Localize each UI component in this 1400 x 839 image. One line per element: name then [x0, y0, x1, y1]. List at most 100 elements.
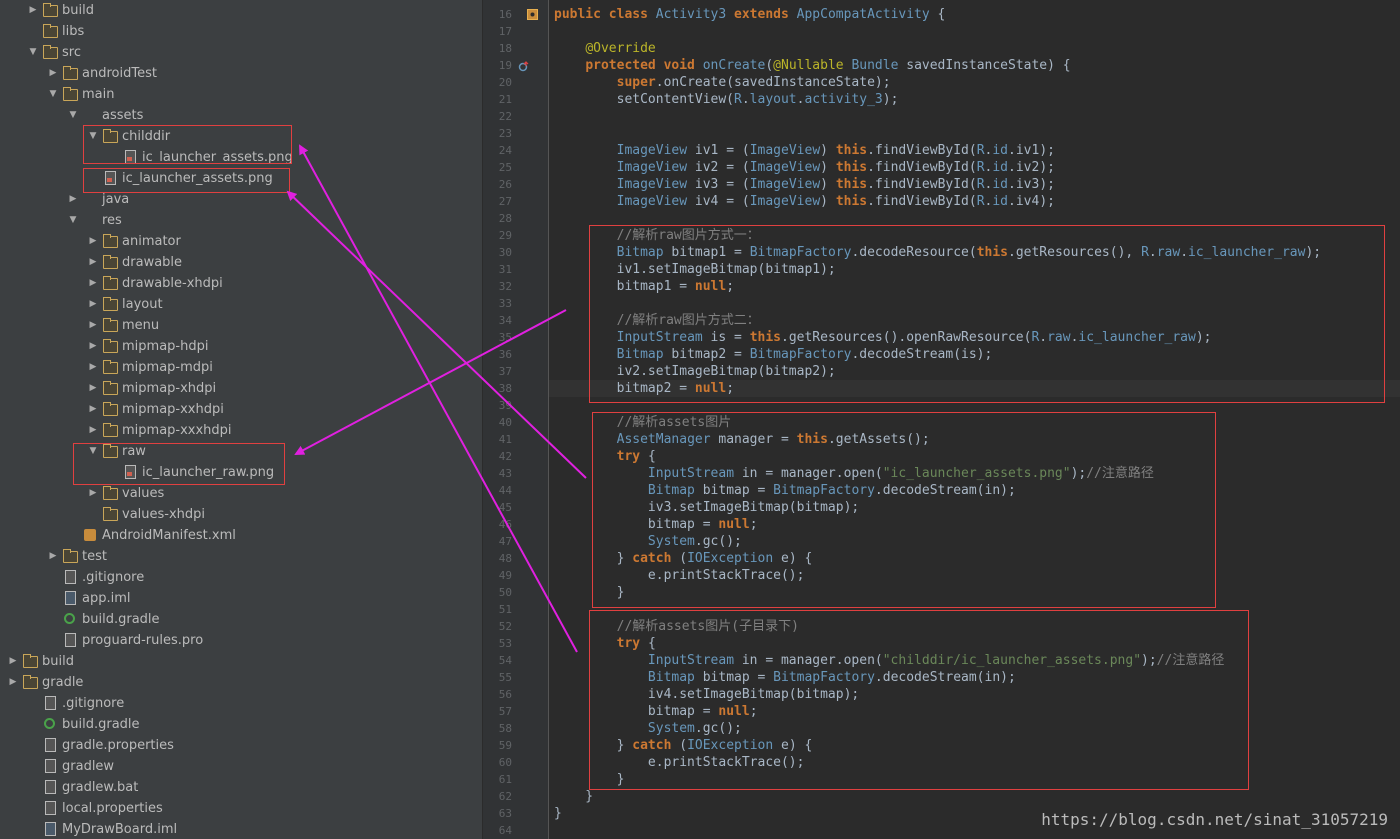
code-line[interactable]: bitmap2 = null; [549, 380, 1400, 397]
tree-item-app-iml[interactable]: app.iml [44, 588, 131, 609]
code-line[interactable]: System.gc(); [554, 720, 742, 737]
code-line[interactable]: InputStream in = manager.open("childdir/… [554, 652, 1224, 669]
expand-right-icon[interactable]: ▶ [4, 672, 22, 693]
expand-right-icon[interactable]: ▶ [84, 231, 102, 252]
expand-right-icon[interactable]: ▶ [84, 399, 102, 420]
tree-item-ic-launcher-assets-png[interactable]: ic_launcher_assets.png [84, 168, 273, 189]
code-line[interactable]: e.printStackTrace(); [554, 754, 805, 771]
override-icon[interactable] [518, 61, 529, 72]
code-line[interactable]: iv1.setImageBitmap(bitmap1); [554, 261, 836, 278]
tree-item--gitignore[interactable]: .gitignore [24, 693, 124, 714]
tree-item--gitignore[interactable]: .gitignore [44, 567, 144, 588]
tree-item-mipmap-xxhdpi[interactable]: ▶ mipmap-xxhdpi [84, 399, 224, 420]
expand-down-icon[interactable]: ▼ [44, 84, 62, 105]
tree-item-local-properties[interactable]: local.properties [24, 798, 163, 819]
code-line[interactable]: Bitmap bitmap = BitmapFactory.decodeStre… [554, 669, 1016, 686]
tree-item-src[interactable]: ▼ src [24, 42, 81, 63]
code-line[interactable]: } [554, 805, 562, 822]
code-line[interactable]: setContentView(R.layout.activity_3); [554, 91, 899, 108]
expand-right-icon[interactable]: ▶ [84, 315, 102, 336]
expand-right-icon[interactable]: ▶ [24, 0, 42, 21]
code-line[interactable]: ImageView iv2 = (ImageView) this.findVie… [554, 159, 1055, 176]
tree-item-ic-launcher-raw-png[interactable]: ic_launcher_raw.png [104, 462, 274, 483]
code-line[interactable]: Bitmap bitmap2 = BitmapFactory.decodeStr… [554, 346, 993, 363]
expand-right-icon[interactable]: ▶ [84, 252, 102, 273]
tree-item-androidtest[interactable]: ▶ androidTest [44, 63, 157, 84]
code-line[interactable]: bitmap = null; [554, 516, 758, 533]
tree-item-androidmanifest-xml[interactable]: AndroidManifest.xml [64, 525, 236, 546]
tree-item-childdir[interactable]: ▼ childdir [84, 126, 170, 147]
tree-item-gradlew[interactable]: gradlew [24, 756, 114, 777]
tree-item-proguard-rules-pro[interactable]: proguard-rules.pro [44, 630, 203, 651]
code-line[interactable]: ImageView iv3 = (ImageView) this.findVie… [554, 176, 1055, 193]
expand-down-icon[interactable]: ▼ [64, 105, 82, 126]
expand-right-icon[interactable]: ▶ [4, 651, 22, 672]
tree-item-java[interactable]: ▶ java [64, 189, 130, 210]
code-line[interactable]: } [554, 584, 625, 601]
tree-item-values-xhdpi[interactable]: values-xhdpi [84, 504, 205, 525]
code-line[interactable]: @Override [554, 40, 655, 57]
expand-right-icon[interactable]: ▶ [44, 546, 62, 567]
code-line[interactable]: bitmap1 = null; [554, 278, 734, 295]
tree-item-values[interactable]: ▶ values [84, 483, 164, 504]
tree-item-ic-launcher-assets-png[interactable]: ic_launcher_assets.png [104, 147, 293, 168]
tree-item-build-gradle[interactable]: build.gradle [44, 609, 160, 630]
code-line[interactable]: bitmap = null; [554, 703, 758, 720]
tree-item-drawable[interactable]: ▶ drawable [84, 252, 182, 273]
tree-item-layout[interactable]: ▶ layout [84, 294, 163, 315]
expand-right-icon[interactable]: ▶ [84, 294, 102, 315]
tree-item-res[interactable]: ▼ res [64, 210, 122, 231]
code-line[interactable]: iv4.setImageBitmap(bitmap); [554, 686, 859, 703]
tree-item-main[interactable]: ▼ main [44, 84, 114, 105]
expand-right-icon[interactable]: ▶ [84, 273, 102, 294]
tree-item-mipmap-mdpi[interactable]: ▶ mipmap-mdpi [84, 357, 213, 378]
tree-item-libs[interactable]: libs [24, 21, 84, 42]
code-line[interactable]: System.gc(); [554, 533, 742, 550]
code-line[interactable]: try { [554, 448, 656, 465]
tree-item-gradle[interactable]: ▶ gradle [4, 672, 83, 693]
code-line[interactable]: super.onCreate(savedInstanceState); [554, 74, 891, 91]
tree-item-gradle-properties[interactable]: gradle.properties [24, 735, 174, 756]
tree-item-mipmap-xxxhdpi[interactable]: ▶ mipmap-xxxhdpi [84, 420, 232, 441]
expand-right-icon[interactable]: ▶ [84, 357, 102, 378]
code-line[interactable]: //解析assets图片 [554, 414, 732, 431]
expand-down-icon[interactable]: ▼ [84, 441, 102, 462]
expand-down-icon[interactable]: ▼ [24, 42, 42, 63]
code-line[interactable]: ImageView iv4 = (ImageView) this.findVie… [554, 193, 1055, 210]
tree-item-build-gradle[interactable]: build.gradle [24, 714, 140, 735]
code-line[interactable]: Bitmap bitmap1 = BitmapFactory.decodeRes… [554, 244, 1321, 261]
code-line[interactable]: } catch (IOException e) { [554, 550, 813, 567]
tree-item-menu[interactable]: ▶ menu [84, 315, 159, 336]
code-line[interactable]: Bitmap bitmap = BitmapFactory.decodeStre… [554, 482, 1016, 499]
code-line[interactable]: iv2.setImageBitmap(bitmap2); [554, 363, 836, 380]
code-line[interactable]: public class Activity3 extends AppCompat… [554, 6, 945, 23]
tree-item-gradlew-bat[interactable]: gradlew.bat [24, 777, 138, 798]
code-line[interactable]: try { [554, 635, 656, 652]
code-line[interactable]: //解析assets图片(子目录下) [554, 618, 799, 635]
tree-item-raw[interactable]: ▼ raw [84, 441, 146, 462]
code-line[interactable]: protected void onCreate(@Nullable Bundle… [554, 57, 1070, 74]
tree-item-mipmap-hdpi[interactable]: ▶ mipmap-hdpi [84, 336, 208, 357]
expand-right-icon[interactable]: ▶ [64, 189, 82, 210]
code-line[interactable]: } [554, 771, 625, 788]
tree-item-build[interactable]: ▶ build [4, 651, 74, 672]
code-line[interactable]: AssetManager manager = this.getAssets(); [554, 431, 930, 448]
tree-item-mydrawboard-iml[interactable]: MyDrawBoard.iml [24, 819, 177, 839]
code-line[interactable]: //解析raw图片方式二： [554, 312, 760, 329]
tree-item-test[interactable]: ▶ test [44, 546, 107, 567]
expand-right-icon[interactable]: ▶ [84, 483, 102, 504]
code-editor[interactable]: public class Activity3 extends AppCompat… [549, 0, 1400, 839]
expand-right-icon[interactable]: ▶ [84, 420, 102, 441]
expand-down-icon[interactable]: ▼ [84, 126, 102, 147]
expand-right-icon[interactable]: ▶ [44, 63, 62, 84]
code-line[interactable]: iv3.setImageBitmap(bitmap); [554, 499, 859, 516]
code-line[interactable]: } catch (IOException e) { [554, 737, 813, 754]
code-line[interactable]: InputStream in = manager.open("ic_launch… [554, 465, 1154, 482]
tree-item-drawable-xhdpi[interactable]: ▶ drawable-xhdpi [84, 273, 223, 294]
tree-item-animator[interactable]: ▶ animator [84, 231, 181, 252]
code-line[interactable]: e.printStackTrace(); [554, 567, 805, 584]
code-line[interactable]: InputStream is = this.getResources().ope… [554, 329, 1212, 346]
expand-right-icon[interactable]: ▶ [84, 378, 102, 399]
tree-item-build[interactable]: ▶ build [24, 0, 94, 21]
tree-item-assets[interactable]: ▼ assets [64, 105, 144, 126]
